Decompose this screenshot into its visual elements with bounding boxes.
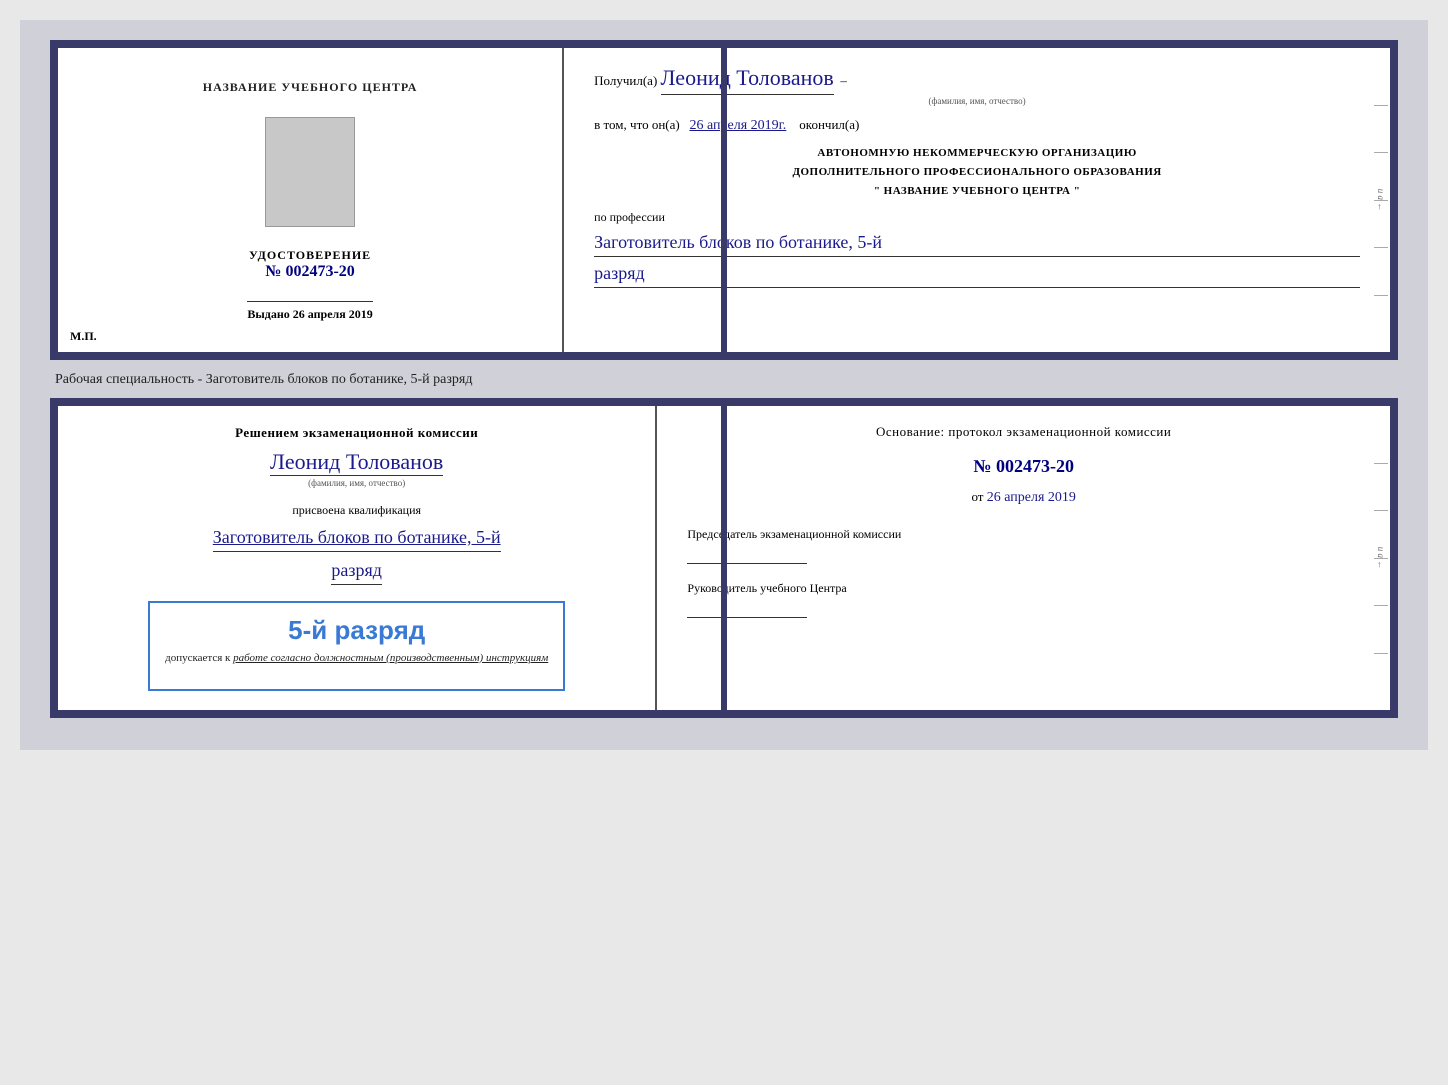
- organization-block: АВТОНОМНУЮ НЕКОММЕРЧЕСКУЮ ОРГАНИЗАЦИЮ ДО…: [594, 144, 1360, 200]
- stamp-italic: работе согласно должностным (производств…: [233, 652, 548, 664]
- stamp-rank: 5-й разряд: [165, 615, 548, 646]
- profession-block: по профессии Заготовитель блоков по бота…: [594, 210, 1360, 287]
- stamp-box: 5-й разряд допускается к работе согласно…: [148, 601, 565, 691]
- org-line2: ДОПОЛНИТЕЛЬНОГО ПРОФЕССИОНАЛЬНОГО ОБРАЗО…: [594, 163, 1360, 182]
- in-that-prefix: в том, что он(а): [594, 117, 680, 132]
- decision-text: Решением экзаменационной комиссии: [235, 425, 478, 441]
- spine-divider: [721, 48, 727, 352]
- doc1-right-panel: Получил(а) Леонид Толованов – (фамилия, …: [564, 48, 1390, 352]
- chairman-title: Председатель экзаменационной комиссии: [687, 526, 1360, 543]
- side-line-d2-4: [1374, 605, 1388, 606]
- side-line-2: [1374, 152, 1388, 153]
- doc2-side-lines: и а ←: [1372, 406, 1390, 710]
- doc1-left-panel: НАЗВАНИЕ УЧЕБНОГО ЦЕНТРА УДОСТОВЕРЕНИЕ №…: [58, 48, 564, 352]
- from-date: от 26 апреля 2019: [687, 489, 1360, 506]
- recipient-name-small: (фамилия, имя, отчество): [594, 95, 1360, 108]
- received-line: Получил(а) Леонид Толованов – (фамилия, …: [594, 63, 1360, 107]
- from-prefix: от: [971, 489, 983, 504]
- side-line-5: [1374, 295, 1388, 296]
- cert-number-block: УДОСТОВЕРЕНИЕ № 002473-20: [249, 248, 371, 281]
- director-title: Руководитель учебного Центра: [687, 580, 1360, 597]
- completion-suffix: окончил(а): [799, 117, 859, 132]
- photo-placeholder: [265, 117, 355, 227]
- basis-title: Основание: протокол экзаменационной коми…: [687, 424, 1360, 440]
- from-date-value: 26 апреля 2019: [987, 490, 1076, 505]
- doc2-left-panel: Решением экзаменационной комиссии Леонид…: [58, 406, 657, 710]
- in-that-line: в том, что он(а) 26 апреля 2019г. окончи…: [594, 117, 1360, 134]
- assigned-text: присвоена квалификация: [292, 503, 421, 518]
- completion-date: 26 апреля 2019г.: [689, 118, 786, 133]
- director-block: Руководитель учебного Центра: [687, 580, 1360, 618]
- side-line-4: [1374, 247, 1388, 248]
- issued-line: Выдано 26 апреля 2019: [247, 301, 372, 322]
- side-line-d2-5: [1374, 653, 1388, 654]
- page-container: НАЗВАНИЕ УЧЕБНОГО ЦЕНТРА УДОСТОВЕРЕНИЕ №…: [20, 20, 1428, 750]
- profession-line1: Заготовитель блоков по ботанике, 5-й: [594, 229, 1360, 257]
- cert-number-value: 002473-20: [285, 263, 354, 280]
- side-line-1: [1374, 105, 1388, 106]
- issued-label: Выдано: [247, 307, 289, 321]
- side-line-d2-2: [1374, 510, 1388, 511]
- side-lines: и а ←: [1372, 48, 1390, 352]
- doc2-name-small: (фамилия, имя, отчество): [270, 478, 443, 488]
- side-line-d2-1: [1374, 463, 1388, 464]
- rank-line: разряд: [594, 261, 1360, 287]
- cert-number-prefix: №: [265, 263, 281, 280]
- chairman-sig-line: [687, 563, 807, 564]
- doc2-right-panel: Основание: протокол экзаменационной коми…: [657, 406, 1390, 710]
- issued-date: 26 апреля 2019: [293, 307, 373, 321]
- side-text-i-2: и а ←: [1376, 547, 1386, 570]
- chairman-block: Председатель экзаменационной комиссии: [687, 526, 1360, 564]
- doc2-person-name: Леонид Толованов: [270, 449, 443, 476]
- stamp-allowed: допускается к работе согласно должностны…: [165, 652, 548, 664]
- document-card-2: Решением экзаменационной комиссии Леонид…: [50, 398, 1398, 718]
- document-card-1: НАЗВАНИЕ УЧЕБНОГО ЦЕНТРА УДОСТОВЕРЕНИЕ №…: [50, 40, 1398, 360]
- info-text: Рабочая специальность - Заготовитель бло…: [50, 372, 1398, 388]
- cert-number: № 002473-20: [249, 263, 371, 281]
- org-line1: АВТОНОМНУЮ НЕКОММЕРЧЕСКУЮ ОРГАНИЗАЦИЮ: [594, 144, 1360, 163]
- doc2-rank-line: разряд: [331, 558, 382, 584]
- spine-divider-2: [721, 406, 727, 710]
- doc1-training-center-title: НАЗВАНИЕ УЧЕБНОГО ЦЕНТРА: [203, 78, 418, 97]
- mp-label: М.П.: [70, 329, 97, 344]
- side-text-i: и а ←: [1376, 189, 1386, 212]
- org-line3: " НАЗВАНИЕ УЧЕБНОГО ЦЕНТРА ": [594, 182, 1360, 201]
- received-prefix: Получил(а): [594, 73, 657, 88]
- stamp-prefix: допускается к: [165, 652, 230, 664]
- doc2-profession-line1: Заготовитель блоков по ботанике, 5-й: [213, 524, 501, 552]
- profession-label: по профессии: [594, 210, 1360, 225]
- recipient-name: Леонид Толованов: [661, 63, 834, 95]
- cert-label: УДОСТОВЕРЕНИЕ: [249, 248, 371, 263]
- protocol-number: № 002473-20: [687, 456, 1360, 477]
- director-sig-line: [687, 617, 807, 618]
